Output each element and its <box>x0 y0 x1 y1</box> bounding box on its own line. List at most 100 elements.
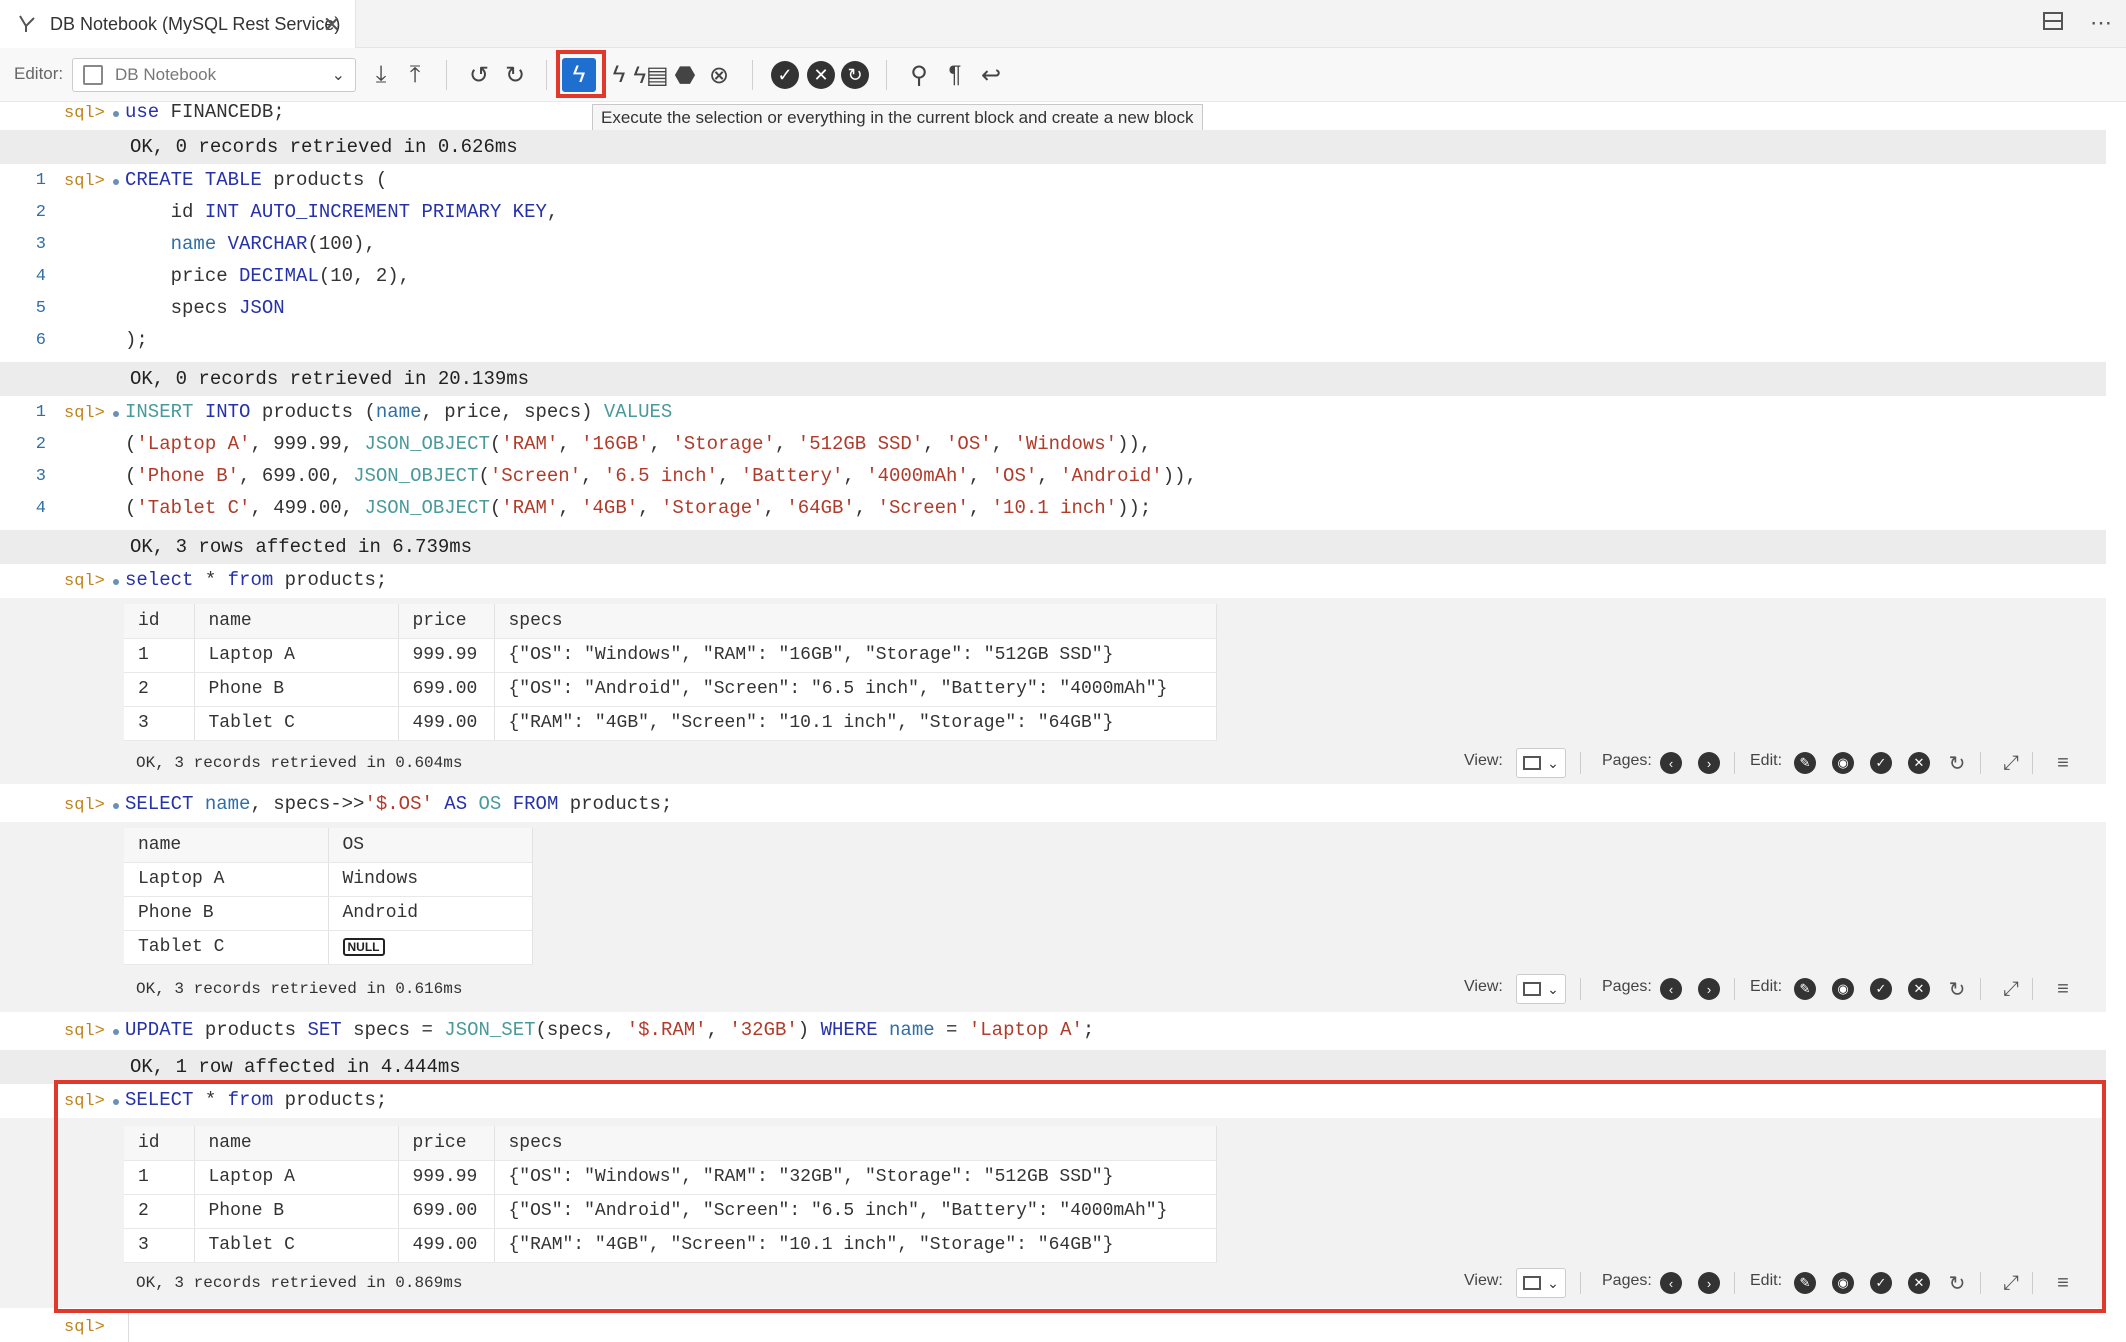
table-row[interactable]: 3 Tablet C 499.00 {"RAM": "4GB", "Screen… <box>124 706 1217 741</box>
discard-changes-icon[interactable]: ✕ <box>1908 752 1930 774</box>
column-header[interactable]: name <box>194 604 399 639</box>
result-message: OK, 3 rows affected in 6.739ms <box>130 536 473 558</box>
column-header[interactable]: name <box>124 828 329 863</box>
code-line[interactable]: sql> select * from products; <box>0 566 2106 598</box>
status-divider <box>1580 752 1581 774</box>
table-row[interactable]: Tablet C NULL <box>124 930 533 965</box>
code-line[interactable]: 3 ('Phone B', 699.00, JSON_OBJECT('Scree… <box>0 462 2106 494</box>
code-line[interactable]: sql> SELECT name, specs->>'$.OS' AS OS F… <box>0 790 2106 822</box>
line-number: 4 <box>35 267 46 286</box>
new-block-input[interactable] <box>128 1313 2106 1342</box>
code-line[interactable]: sql> UPDATE products SET specs = JSON_SE… <box>0 1016 2106 1048</box>
undo-icon[interactable]: ↺ <box>462 58 496 92</box>
rollback-icon[interactable]: ✕ <box>804 58 838 92</box>
line-number: 3 <box>35 235 46 254</box>
maximize-icon[interactable]: ⤢ <box>2000 978 2022 1000</box>
code-line[interactable]: 5 specs JSON <box>0 294 2106 326</box>
table-cell[interactable]: Laptop A <box>194 638 399 673</box>
edit-icon[interactable]: ✎ <box>1794 752 1816 774</box>
next-page-icon[interactable]: › <box>1698 978 1720 1000</box>
table-cell[interactable]: Windows <box>328 862 533 897</box>
status-divider <box>1734 978 1735 1000</box>
code-line[interactable]: sql> use FINANCEDB; <box>0 98 2106 130</box>
code-line[interactable]: 2 id INT AUTO_INCREMENT PRIMARY KEY, <box>0 198 2106 230</box>
table-cell[interactable]: 699.00 <box>398 672 495 707</box>
table-cell[interactable]: {"OS": "Android", "Screen": "6.5 inch", … <box>494 672 1217 707</box>
previous-page-icon[interactable]: ‹ <box>1660 978 1682 1000</box>
table-cell[interactable]: {"RAM": "4GB", "Screen": "10.1 inch", "S… <box>494 706 1217 741</box>
table-cell[interactable]: Phone B <box>194 672 399 707</box>
show-whitespace-icon[interactable]: ¶ <box>938 58 972 92</box>
more-actions-icon[interactable]: ⋯ <box>2090 10 2112 36</box>
table-row[interactable]: 1 Laptop A 999.99 {"OS": "Windows", "RAM… <box>124 638 1217 673</box>
table-row[interactable]: Laptop A Windows <box>124 862 533 897</box>
column-header[interactable]: id <box>124 604 195 639</box>
edit-label: Edit: <box>1750 978 1783 995</box>
load-file-icon[interactable]: ⤓ <box>364 58 398 92</box>
execute-to-text-icon[interactable]: ϟ▤ <box>633 58 668 92</box>
table-cell[interactable]: Laptop A <box>124 862 329 897</box>
notebook-icon <box>83 65 103 85</box>
editor-select[interactable]: DB Notebook ⌄ <box>72 58 356 92</box>
table-cell[interactable]: NULL <box>328 930 533 965</box>
edit-icon[interactable]: ✎ <box>1794 978 1816 1000</box>
refresh-icon[interactable]: ↻ <box>1946 752 1968 775</box>
code-text: ('Phone B', 699.00, JSON_OBJECT('Screen'… <box>125 465 1197 487</box>
tab-db-notebook[interactable]: DB Notebook (MySQL Rest Service) ✕ <box>0 0 356 48</box>
table-cell[interactable]: 499.00 <box>398 706 495 741</box>
line-number: 2 <box>35 435 46 454</box>
result-grid: id name price specs 1 Laptop A 999.99 {"… <box>124 604 1217 741</box>
preview-icon[interactable]: ◉ <box>1832 978 1854 1000</box>
column-header[interactable]: price <box>398 604 495 639</box>
table-row[interactable]: 2 Phone B 699.00 {"OS": "Android", "Scre… <box>124 672 1217 707</box>
code-line[interactable]: 4 price DECIMAL(10, 2), <box>0 262 2106 294</box>
table-cell[interactable]: 999.99 <box>398 638 495 673</box>
code-text: ); <box>125 329 148 351</box>
word-wrap-icon[interactable]: ↩ <box>974 58 1008 92</box>
refresh-icon[interactable]: ↻ <box>1946 978 1968 1001</box>
table-cell[interactable]: Tablet C <box>124 930 329 965</box>
execute-all-icon[interactable]: ϟ <box>602 58 636 92</box>
previous-page-icon[interactable]: ‹ <box>1660 752 1682 774</box>
view-select[interactable]: ⌄ <box>1516 974 1566 1004</box>
table-cell[interactable]: Android <box>328 896 533 931</box>
column-header[interactable]: OS <box>328 828 533 863</box>
table-cell[interactable]: Phone B <box>124 896 329 931</box>
apply-changes-icon[interactable]: ✓ <box>1870 752 1892 774</box>
split-editor-icon[interactable] <box>2042 10 2064 32</box>
code-line[interactable]: 4 ('Tablet C', 499.00, JSON_OBJECT('RAM'… <box>0 494 2106 526</box>
line-number: 3 <box>35 467 46 486</box>
table-cell[interactable]: 3 <box>124 706 195 741</box>
column-header[interactable]: specs <box>494 604 1217 639</box>
table-cell[interactable]: Tablet C <box>194 706 399 741</box>
stop-on-error-icon[interactable]: ⊗ <box>702 58 736 92</box>
apply-changes-icon[interactable]: ✓ <box>1870 978 1892 1000</box>
status-divider <box>2032 752 2033 774</box>
maximize-icon[interactable]: ⤢ <box>2000 752 2022 774</box>
sql-prompt: sql> <box>64 104 105 123</box>
menu-icon[interactable]: ≡ <box>2052 978 2074 1000</box>
stop-execution-icon[interactable]: ⬣ <box>668 58 702 92</box>
menu-icon[interactable]: ≡ <box>2052 752 2074 774</box>
code-line[interactable]: 2 ('Laptop A', 999.99, JSON_OBJECT('RAM'… <box>0 430 2106 462</box>
discard-changes-icon[interactable]: ✕ <box>1908 978 1930 1000</box>
table-row[interactable]: Phone B Android <box>124 896 533 931</box>
code-line[interactable]: 1 sql> INSERT INTO products (name, price… <box>0 398 2106 430</box>
save-file-icon[interactable]: ⤒ <box>398 58 432 92</box>
preview-icon[interactable]: ◉ <box>1832 752 1854 774</box>
editor-label: Editor: <box>14 64 64 83</box>
close-icon[interactable]: ✕ <box>323 12 341 38</box>
redo-icon[interactable]: ↻ <box>498 58 532 92</box>
table-cell[interactable]: {"OS": "Windows", "RAM": "16GB", "Storag… <box>494 638 1217 673</box>
search-icon[interactable]: ⚲ <box>902 58 936 92</box>
auto-commit-icon[interactable]: ↻ <box>838 58 872 92</box>
commit-icon[interactable]: ✓ <box>768 58 802 92</box>
table-cell[interactable]: 2 <box>124 672 195 707</box>
code-line[interactable]: 6 ); <box>0 326 2106 358</box>
code-line[interactable]: 1 sql> CREATE TABLE products ( <box>0 166 2106 198</box>
code-line[interactable]: 3 name VARCHAR(100), <box>0 230 2106 262</box>
next-page-icon[interactable]: › <box>1698 752 1720 774</box>
view-select[interactable]: ⌄ <box>1516 748 1566 778</box>
view-label: View: <box>1464 752 1503 769</box>
table-cell[interactable]: 1 <box>124 638 195 673</box>
